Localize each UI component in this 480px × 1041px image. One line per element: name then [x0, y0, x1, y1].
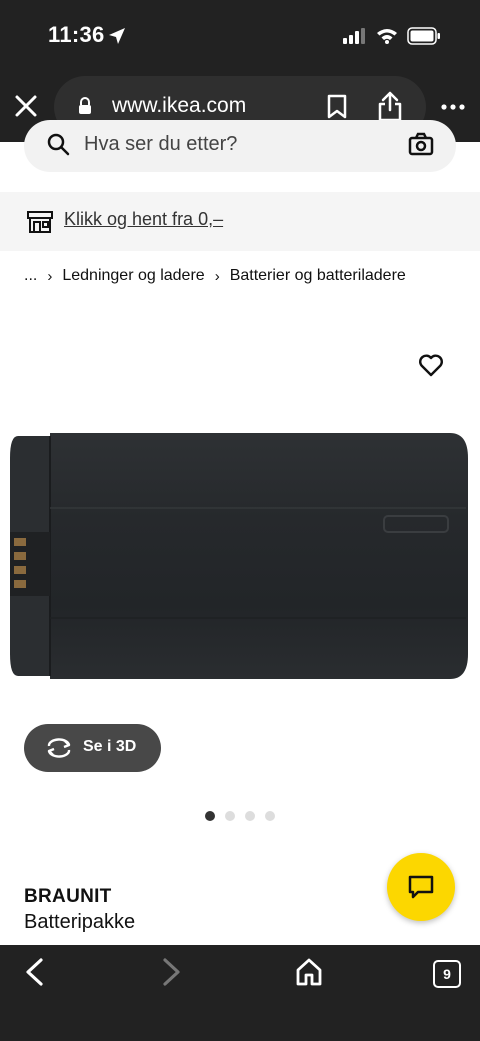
product-type: Batteripakke: [24, 911, 136, 933]
rotate-3d-icon: [47, 738, 71, 758]
wifi-icon: [377, 29, 397, 44]
image-carousel-dots: [205, 811, 275, 821]
product-image[interactable]: [10, 428, 470, 684]
view-3d-button[interactable]: Se i 3D: [24, 724, 161, 772]
cellular-signal-icon: [343, 28, 365, 44]
store-icon: [27, 211, 53, 233]
status-time: 11:36: [48, 22, 105, 47]
click-and-collect-banner: Klikk og hent fra 0,–: [0, 192, 480, 251]
share-icon[interactable]: [376, 90, 404, 122]
breadcrumb: ... › Ledninger og ladere › Batterier og…: [24, 267, 406, 285]
url-text: www.ikea.com: [112, 94, 247, 117]
carousel-dot[interactable]: [265, 811, 275, 821]
location-arrow-icon: [109, 28, 125, 44]
more-options-icon[interactable]: [441, 104, 465, 110]
heart-icon[interactable]: [418, 353, 444, 377]
lock-icon: [79, 97, 91, 114]
carousel-dot[interactable]: [245, 811, 255, 821]
status-bar: 11:36: [0, 0, 480, 70]
chat-icon: [408, 875, 434, 899]
product-brand-name: BRAUNIT: [24, 886, 112, 907]
click-and-collect-link[interactable]: Klikk og hent fra 0,–: [64, 209, 223, 230]
breadcrumb-item-batteries[interactable]: Batterier og batteriladere: [230, 267, 406, 285]
search-icon: [47, 133, 70, 156]
view-3d-label: Se i 3D: [83, 738, 137, 755]
tabs-button[interactable]: 9: [433, 960, 461, 988]
chevron-right-icon: ›: [214, 267, 220, 285]
chevron-right-icon: ›: [47, 267, 53, 285]
search-input[interactable]: Hva ser du etter?: [84, 133, 237, 156]
carousel-dot[interactable]: [205, 811, 215, 821]
bookmark-icon[interactable]: [326, 94, 348, 120]
breadcrumb-ellipsis[interactable]: ...: [24, 267, 37, 285]
camera-icon[interactable]: [408, 132, 434, 156]
close-icon[interactable]: [14, 94, 38, 118]
carousel-dot[interactable]: [225, 811, 235, 821]
battery-icon: [407, 27, 440, 45]
home-icon[interactable]: [295, 957, 323, 987]
back-icon[interactable]: [22, 957, 48, 987]
breadcrumb-item-cables-chargers[interactable]: Ledninger og ladere: [62, 267, 204, 285]
search-bar[interactable]: Hva ser du etter?: [24, 120, 456, 172]
browser-bottom-bar: 9: [0, 945, 480, 1041]
chat-button[interactable]: [387, 853, 455, 921]
forward-icon[interactable]: [158, 957, 184, 987]
